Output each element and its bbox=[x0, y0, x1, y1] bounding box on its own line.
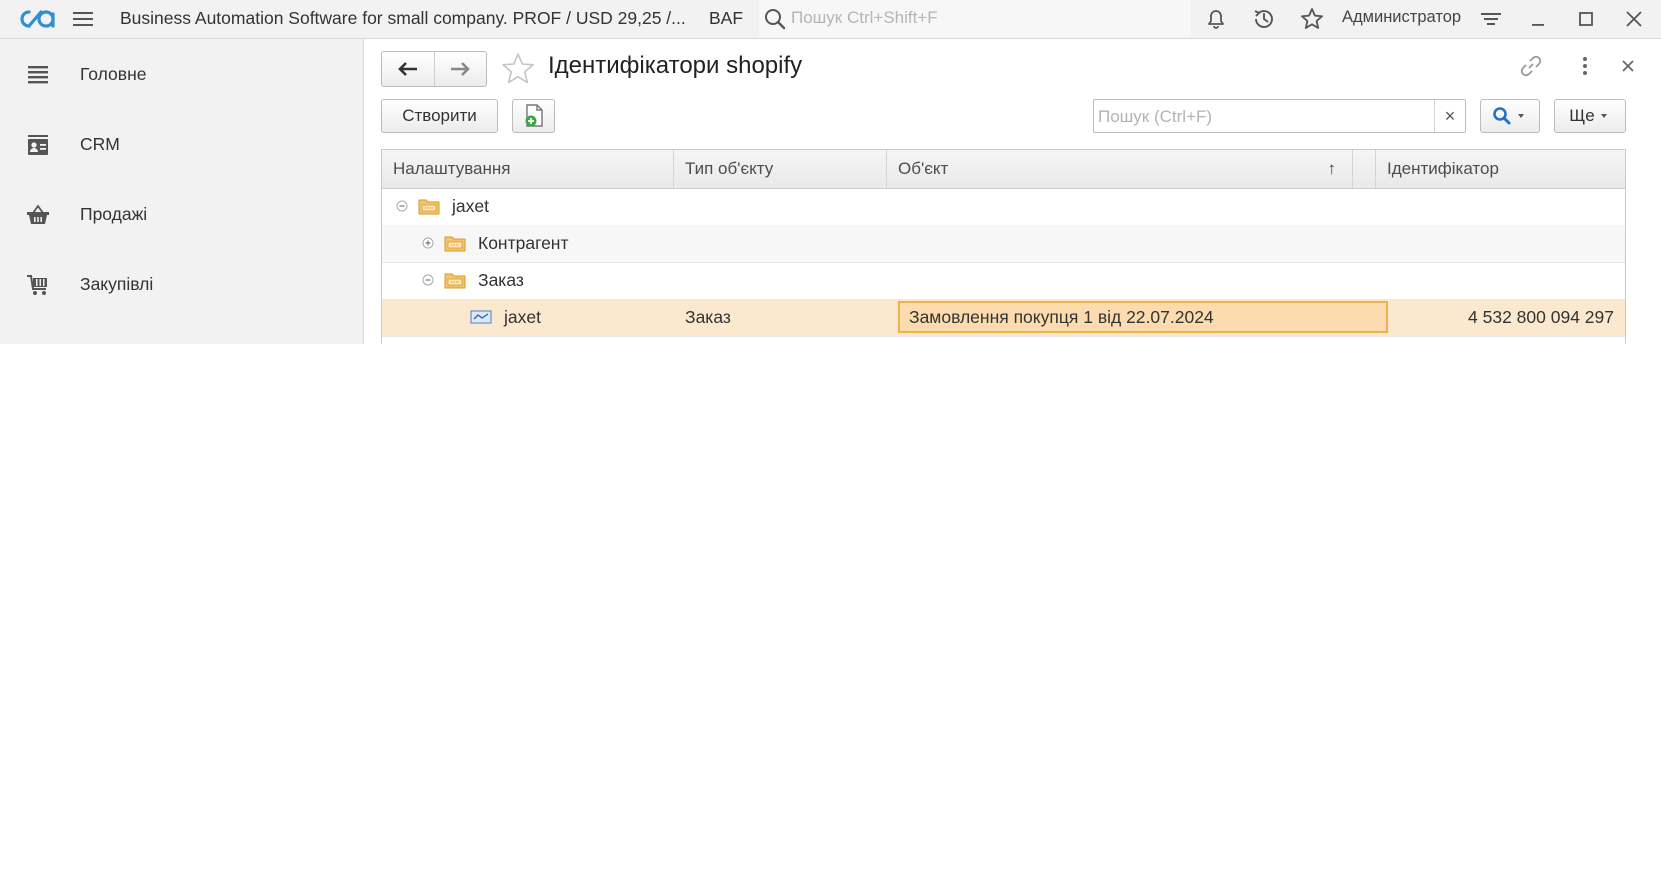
sidebar-item-label: Продажі bbox=[80, 204, 148, 224]
collapse-toggle-icon[interactable] bbox=[422, 274, 434, 286]
user-name[interactable]: Администратор bbox=[1342, 8, 1461, 27]
favorites-star-icon[interactable] bbox=[1299, 6, 1325, 32]
folder-icon bbox=[444, 273, 466, 289]
create-button[interactable]: Створити bbox=[381, 99, 498, 133]
row-name: Заказ bbox=[478, 270, 524, 290]
row-name: Контрагент bbox=[478, 233, 569, 253]
main-menu-icon[interactable] bbox=[71, 7, 95, 31]
back-button[interactable] bbox=[382, 52, 434, 86]
sidebar-item-purchases[interactable]: Закупівлі bbox=[0, 254, 363, 314]
cart-icon bbox=[27, 275, 47, 295]
list-search-input[interactable]: Пошук (Ctrl+F) × bbox=[1093, 99, 1466, 133]
column-header-settings[interactable]: Налаштування bbox=[382, 150, 674, 188]
sidebar-item-label: Головне bbox=[80, 64, 147, 84]
dropdown-arrow-icon bbox=[1518, 114, 1524, 118]
table-row[interactable]: Заказ bbox=[382, 262, 1625, 300]
menu-lines-icon bbox=[28, 66, 48, 84]
folder-icon bbox=[444, 236, 466, 252]
contact-card-icon bbox=[28, 135, 48, 155]
table-row[interactable]: jaxet bbox=[382, 188, 1625, 226]
history-nav bbox=[381, 51, 487, 87]
record-item-icon bbox=[470, 310, 492, 324]
search-options-button[interactable] bbox=[1480, 99, 1540, 133]
collapse-toggle-icon[interactable] bbox=[396, 200, 408, 212]
table-row-selected[interactable]: jaxet Заказ Замовлення покупця 1 від 22.… bbox=[382, 299, 1625, 337]
table-row[interactable]: Контрагент bbox=[382, 225, 1625, 263]
app-logo-icon[interactable] bbox=[14, 6, 56, 32]
forward-button[interactable] bbox=[433, 52, 487, 86]
brand-label: BAF bbox=[709, 8, 744, 28]
create-group-button[interactable] bbox=[512, 99, 555, 133]
sidebar-item-crm[interactable]: CRM bbox=[0, 114, 363, 174]
row-object-type: Заказ bbox=[685, 307, 731, 327]
history-icon[interactable] bbox=[1251, 6, 1277, 32]
dropdown-arrow-icon bbox=[1600, 114, 1607, 118]
page-title: Ідентифікатори shopify bbox=[548, 52, 803, 79]
main-panel: Ідентифікатори shopify Створити Пошук (C… bbox=[364, 39, 1661, 344]
column-header-identifier[interactable]: Ідентифікатор bbox=[1376, 150, 1625, 188]
row-name: jaxet bbox=[452, 196, 489, 216]
more-button[interactable]: Ще bbox=[1554, 99, 1626, 133]
bell-icon[interactable] bbox=[1203, 6, 1229, 32]
add-document-icon bbox=[525, 104, 543, 127]
column-header-object[interactable]: Об'єкт ↑ bbox=[887, 150, 1353, 188]
window-title: Business Automation Software for small c… bbox=[120, 8, 686, 28]
more-button-label: Ще bbox=[1569, 106, 1595, 125]
row-identifier: 4 532 800 094 297 bbox=[1468, 307, 1614, 327]
search-icon bbox=[765, 9, 786, 30]
settings-menu-icon[interactable] bbox=[1478, 6, 1504, 32]
global-search-placeholder: Пошук Ctrl+Shift+F bbox=[791, 8, 938, 27]
row-name: jaxet bbox=[504, 307, 541, 327]
column-header-spacer bbox=[1353, 150, 1376, 188]
minimize-icon[interactable] bbox=[1525, 6, 1551, 32]
sort-ascending-icon: ↑ bbox=[1327, 159, 1337, 178]
clear-search-button[interactable]: × bbox=[1434, 100, 1465, 132]
list-search-placeholder: Пошук (Ctrl+F) bbox=[1098, 107, 1213, 126]
app-window: Business Automation Software for small c… bbox=[0, 0, 1661, 344]
arrow-left-icon bbox=[397, 62, 417, 76]
sidebar-item-main[interactable]: Головне bbox=[0, 44, 363, 104]
close-window-icon[interactable] bbox=[1621, 6, 1647, 32]
identifiers-table: Налаштування Тип об'єкту Об'єкт ↑ Іденти… bbox=[381, 149, 1626, 344]
folder-icon bbox=[418, 199, 440, 215]
arrow-right-icon bbox=[451, 62, 471, 76]
search-icon bbox=[1493, 107, 1511, 125]
table-header: Налаштування Тип об'єкту Об'єкт ↑ Іденти… bbox=[382, 150, 1625, 189]
maximize-icon[interactable] bbox=[1573, 6, 1599, 32]
top-bar: Business Automation Software for small c… bbox=[0, 0, 1661, 39]
basket-icon bbox=[27, 204, 49, 224]
sidebar: Головне CRM Продажі Закупівлі bbox=[0, 39, 364, 344]
sidebar-item-label: CRM bbox=[80, 134, 120, 154]
expand-toggle-icon[interactable] bbox=[422, 237, 434, 249]
link-icon[interactable] bbox=[1518, 53, 1544, 79]
sidebar-item-sales[interactable]: Продажі bbox=[0, 184, 363, 244]
column-header-object-label: Об'єкт bbox=[898, 159, 949, 178]
row-object-cell[interactable]: Замовлення покупця 1 від 22.07.2024 bbox=[898, 301, 1388, 333]
sidebar-item-label: Закупівлі bbox=[80, 274, 154, 294]
column-header-object-type[interactable]: Тип об'єкту bbox=[674, 150, 887, 188]
add-to-favorites-star-icon[interactable] bbox=[500, 51, 536, 87]
more-vertical-icon[interactable] bbox=[1572, 53, 1598, 79]
close-form-icon[interactable] bbox=[1615, 53, 1641, 79]
global-search[interactable]: Пошук Ctrl+Shift+F bbox=[759, 0, 1191, 38]
